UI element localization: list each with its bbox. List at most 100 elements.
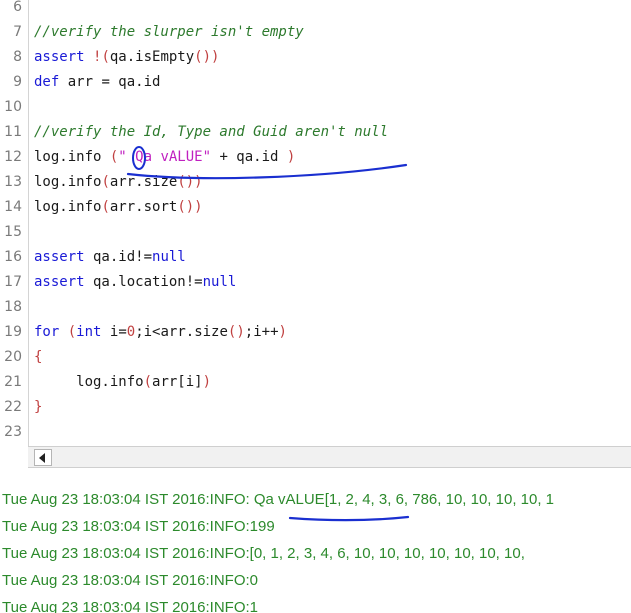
code-token: ()) bbox=[177, 199, 203, 215]
line-number: 18 bbox=[4, 299, 22, 315]
log-line: Tue Aug 23 18:03:04 IST 2016:INFO:0 bbox=[2, 572, 259, 589]
code-token: arr.size bbox=[109, 174, 178, 190]
code-line[interactable]: 6 bbox=[0, 0, 631, 20]
code-token: qa.isEmpty bbox=[109, 49, 195, 65]
code-token: 0 bbox=[126, 324, 136, 340]
code-token: assert bbox=[34, 249, 85, 265]
code-token: arr = qa.id bbox=[59, 74, 161, 90]
code-line[interactable]: 7 //verify the slurper isn't empty bbox=[0, 20, 631, 45]
code-token: qa.location!= bbox=[84, 274, 203, 290]
code-token: arr[i] bbox=[152, 374, 203, 390]
log-line: Tue Aug 23 18:03:04 IST 2016:INFO:199 bbox=[2, 518, 275, 535]
code-token: //verify the slurper isn't empty bbox=[34, 24, 304, 40]
code-token: + qa.id bbox=[211, 149, 287, 165]
code-line[interactable]: 23 bbox=[0, 420, 631, 445]
code-token: null bbox=[152, 249, 186, 265]
code-text: log.info(arr.size()) bbox=[34, 170, 203, 195]
code-token: for bbox=[34, 324, 60, 340]
code-token: { bbox=[34, 349, 43, 365]
code-token: ()) bbox=[177, 174, 203, 190]
code-text: assert qa.id!=null bbox=[34, 245, 186, 270]
code-token: " Qa vALUE" bbox=[118, 149, 212, 165]
code-line[interactable]: 9 def arr = qa.id bbox=[0, 70, 631, 95]
code-token: log.info bbox=[34, 174, 102, 190]
code-token: //verify the Id, Type and Guid aren't nu… bbox=[34, 124, 389, 140]
code-text: { bbox=[34, 345, 42, 370]
code-token: ( bbox=[101, 174, 110, 190]
code-token: def bbox=[34, 74, 60, 90]
log-output-panel: Tue Aug 23 18:03:04 IST 2016:INFO: Qa vA… bbox=[0, 470, 631, 613]
code-token: ( bbox=[143, 374, 153, 390]
horizontal-scrollbar[interactable] bbox=[28, 446, 631, 468]
script-editor[interactable]: 6 7 //verify the slurper isn't empty 8 asser… bbox=[0, 0, 631, 446]
code-line[interactable]: 12 log.info (" Qa vALUE" + qa.id ) bbox=[0, 145, 631, 170]
line-number: 9 bbox=[13, 74, 22, 90]
code-token: arr.sort bbox=[109, 199, 178, 215]
line-number: 11 bbox=[4, 124, 22, 140]
code-token: ()) bbox=[194, 49, 220, 65]
code-line[interactable]: 17 assert qa.location!=null bbox=[0, 270, 631, 295]
line-number: 14 bbox=[4, 199, 22, 215]
code-token: } bbox=[34, 399, 43, 415]
line-number: 22 bbox=[4, 399, 22, 415]
code-token: ) bbox=[202, 374, 212, 390]
line-number: 20 bbox=[4, 349, 22, 365]
line-number: 21 bbox=[4, 374, 22, 390]
code-line[interactable]: 8 assert !(qa.isEmpty()) bbox=[0, 45, 631, 70]
code-line[interactable]: 14 log.info(arr.sort()) bbox=[0, 195, 631, 220]
code-token: int bbox=[76, 324, 102, 340]
code-line[interactable]: 16 assert qa.id!=null bbox=[0, 245, 631, 270]
line-number: 10 bbox=[4, 99, 22, 115]
scroll-left-arrow-icon[interactable] bbox=[34, 449, 52, 466]
code-token: !( bbox=[93, 49, 110, 65]
line-number: 19 bbox=[4, 324, 22, 340]
code-token: null bbox=[202, 274, 237, 290]
code-line[interactable]: 22} bbox=[0, 395, 631, 420]
line-number: 7 bbox=[13, 24, 22, 40]
code-token: i= bbox=[101, 324, 127, 340]
code-text: assert qa.location!=null bbox=[34, 270, 236, 295]
code-token: log.info bbox=[34, 374, 144, 390]
line-number: 15 bbox=[4, 224, 22, 240]
line-number: 17 bbox=[4, 274, 22, 290]
code-text: //verify the slurper isn't empty bbox=[34, 20, 304, 45]
code-line[interactable]: 19 for (int i=0;i<arr.size();i++) bbox=[0, 320, 631, 345]
code-line[interactable]: 21 log.info(arr[i]) bbox=[0, 370, 631, 395]
code-token: assert bbox=[34, 274, 85, 290]
code-token: ;i++ bbox=[244, 324, 279, 340]
code-text: assert !(qa.isEmpty()) bbox=[34, 45, 219, 70]
code-text: log.info(arr.sort()) bbox=[34, 195, 203, 220]
code-text: log.info (" Qa vALUE" + qa.id ) bbox=[34, 145, 295, 170]
line-number: 8 bbox=[13, 49, 22, 65]
code-line[interactable]: 18 bbox=[0, 295, 631, 320]
code-text: //verify the Id, Type and Guid aren't nu… bbox=[34, 120, 388, 145]
code-text: for (int i=0;i<arr.size();i++) bbox=[34, 320, 287, 345]
code-text: def arr = qa.id bbox=[34, 70, 160, 95]
code-token: ) bbox=[278, 324, 287, 340]
log-line: Tue Aug 23 18:03:04 IST 2016:INFO: Qa vA… bbox=[2, 491, 555, 508]
log-line: Tue Aug 23 18:03:04 IST 2016:INFO:[0, 1,… bbox=[2, 545, 525, 562]
code-token: ;i<arr.size bbox=[135, 324, 228, 340]
code-line[interactable]: 20 { bbox=[0, 345, 631, 370]
code-text: } bbox=[34, 395, 42, 420]
code-token: log.info bbox=[34, 149, 110, 165]
line-number: 23 bbox=[4, 424, 22, 440]
code-line[interactable]: 15 bbox=[0, 220, 631, 245]
code-text: log.info(arr[i]) bbox=[34, 370, 211, 395]
code-token: () bbox=[227, 324, 245, 340]
log-line: Tue Aug 23 18:03:04 IST 2016:INFO:1 bbox=[2, 599, 259, 613]
code-token: log.info bbox=[34, 199, 102, 215]
code-token: ) bbox=[286, 149, 296, 165]
code-line[interactable]: 10 bbox=[0, 95, 631, 120]
line-number: 13 bbox=[4, 174, 22, 190]
code-line[interactable]: 13 log.info(arr.size()) bbox=[0, 170, 631, 195]
code-token: qa.id!= bbox=[84, 249, 153, 265]
line-number: 6 bbox=[13, 0, 22, 15]
code-token: ( bbox=[101, 199, 110, 215]
code-token: assert bbox=[34, 49, 85, 65]
line-number: 12 bbox=[4, 149, 22, 165]
code-line[interactable]: 11 //verify the Id, Type and Guid aren't … bbox=[0, 120, 631, 145]
line-number: 16 bbox=[4, 249, 22, 265]
